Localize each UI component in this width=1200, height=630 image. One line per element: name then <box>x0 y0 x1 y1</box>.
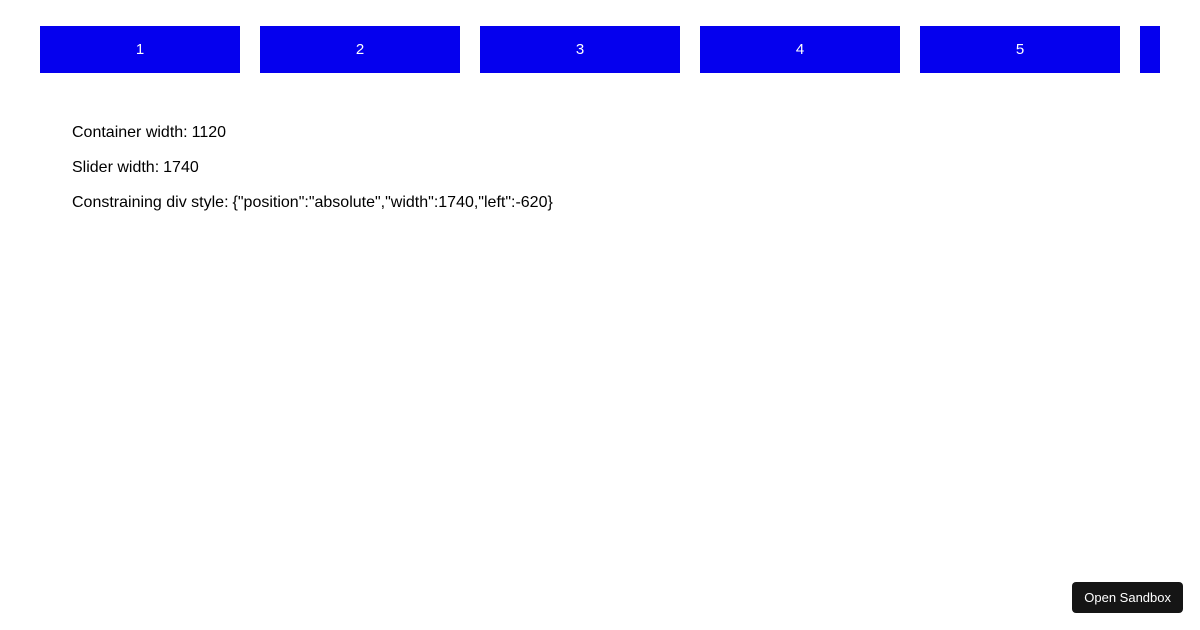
info-constraining-style-label: Constraining div style: <box>72 194 229 211</box>
slide-6[interactable]: 6 <box>1140 26 1160 73</box>
info-constraining-style: Constraining div style:{"position":"abso… <box>72 193 553 212</box>
slide-2[interactable]: 2 <box>260 26 460 73</box>
info-slider-width: Slider width:1740 <box>72 158 199 177</box>
slider-track[interactable]: 1 2 3 4 5 6 <box>40 26 1160 73</box>
open-sandbox-button[interactable]: Open Sandbox <box>1072 582 1183 613</box>
info-container-width: Container width:1120 <box>72 123 226 142</box>
info-container-width-label: Container width: <box>72 124 188 141</box>
slide-5[interactable]: 5 <box>920 26 1120 73</box>
info-container-width-value: 1120 <box>192 124 226 141</box>
slide-3[interactable]: 3 <box>480 26 680 73</box>
info-slider-width-label: Slider width: <box>72 159 159 176</box>
slide-4[interactable]: 4 <box>700 26 900 73</box>
info-constraining-style-value: {"position":"absolute","width":1740,"lef… <box>233 194 553 211</box>
slide-1[interactable]: 1 <box>40 26 240 73</box>
info-slider-width-value: 1740 <box>163 159 199 176</box>
slider-viewport: 1 2 3 4 5 6 <box>40 26 1160 73</box>
